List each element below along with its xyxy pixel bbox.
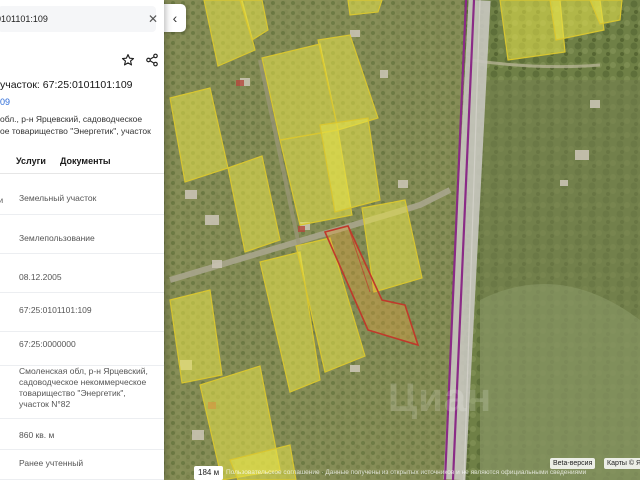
close-icon[interactable]: ✕ [146,12,160,26]
property-row: Смоленская обл, р-н Ярцевский, садоводче… [0,359,164,419]
property-value: Ранее учтенный [19,458,84,468]
value-line: участок N°82 [19,399,71,409]
property-row: 08.12.2005 [0,254,164,293]
value-line: Смоленская обл, р-н Ярцевский, [19,366,148,376]
property-value: Землепользование [19,233,95,243]
collapse-panel-button[interactable]: ‹ [164,4,186,32]
address-line: ое товарищество "Энергетик", участок [0,126,151,136]
parcel-title: участок: 67:25:0101101:109 [0,79,133,91]
star-outline-icon[interactable] [121,53,135,67]
parcel-address: обл., р-н Ярцевский, садоводческое ое то… [0,113,151,137]
search-bar: ✕ [0,6,164,34]
property-row: ли Земельный участок [0,176,164,215]
yandex-maps-logo[interactable]: Карты © Я [604,458,640,469]
property-value-multiline: Смоленская обл, р-н Ярцевский, садоводче… [19,366,148,410]
search-input[interactable] [0,6,156,32]
property-row: Ранее учтенный [0,450,164,480]
property-value: 67:25:0000000 [19,339,76,349]
property-row: Землепользование [0,215,164,254]
parcel-info-panel: ✕ участок: 67:25:0101101:109 09 обл., р-… [0,0,164,480]
property-row: 860 кв. м [0,419,164,450]
property-value: 67:25:0101101:109 [19,305,92,315]
cian-watermark: Циан [388,376,493,420]
map-scale: 184 м [194,466,224,480]
value-line: садоводческое некоммерческое [19,377,147,387]
property-label: ли [0,196,4,205]
share-icon[interactable] [145,53,159,67]
cadastral-link[interactable]: 09 [0,97,10,107]
property-value: Земельный участок [19,193,97,203]
beta-version-badge[interactable]: Beta-версия [550,458,596,469]
chevron-left-icon: ‹ [172,10,178,26]
tab-documents[interactable]: Документы [60,156,111,166]
address-line: обл., р-н Ярцевский, садоводческое [0,114,143,124]
tab-services[interactable]: Услуги [16,156,46,166]
value-line: товарищество "Энергетик", [19,388,126,398]
tab-bar: Услуги Документы [0,152,164,174]
map-copyright: Пользовательское соглашение · Данные пол… [226,469,587,476]
property-value: 08.12.2005 [19,272,62,282]
property-value: 860 кв. м [19,430,55,440]
